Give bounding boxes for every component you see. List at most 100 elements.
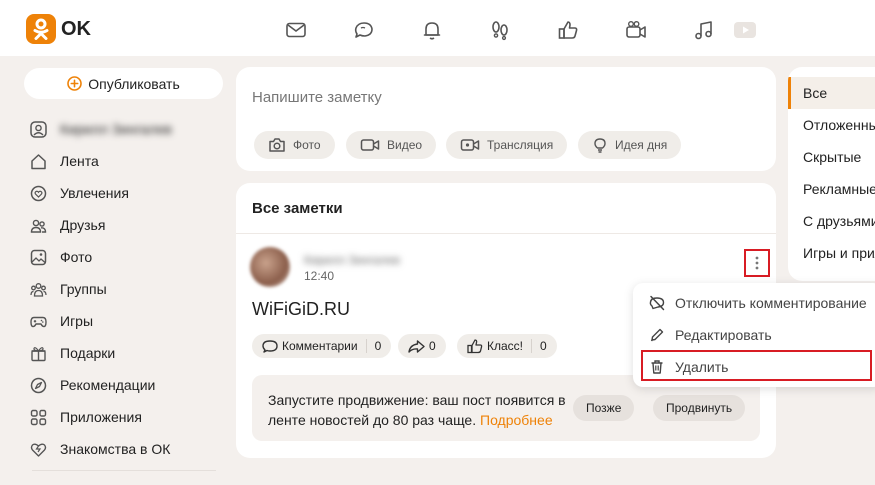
video-camera-icon[interactable]	[625, 19, 647, 41]
chat-icon[interactable]	[353, 19, 375, 41]
chip-label: Идея дня	[615, 138, 668, 152]
ok-logo[interactable]: OK	[26, 14, 91, 44]
chip-label: Фото	[293, 138, 321, 152]
shares-count: 0	[429, 339, 436, 353]
post-author[interactable]: Кирилл Зингалев	[304, 251, 400, 267]
video-play-icon[interactable]	[733, 19, 757, 41]
promotion-text: Запустите продвижение: ваш пост появится…	[268, 390, 578, 430]
filter-with-friends[interactable]: С друзьями	[788, 205, 875, 237]
author-name: Кирилл Зингалев	[304, 253, 400, 267]
sidebar-item-photo[interactable]: Фото	[30, 241, 172, 273]
sidebar-item-gifts[interactable]: Подарки	[30, 337, 172, 369]
notes-filter-panel: Все Отложенные Скрытые Рекламные С друзь…	[788, 67, 875, 281]
dating-heart-icon	[30, 441, 47, 458]
learn-more-link[interactable]: Подробнее	[480, 412, 553, 428]
sidebar-item-apps[interactable]: Приложения	[30, 401, 172, 433]
like-icon[interactable]	[557, 19, 579, 41]
attach-photo-button[interactable]: Фото	[254, 131, 335, 159]
notes-title: Все заметки	[252, 200, 343, 217]
hobby-icon	[30, 185, 47, 202]
sidebar-divider	[32, 470, 216, 471]
notes-divider	[236, 233, 776, 234]
groups-icon	[30, 281, 47, 298]
menu-item-label: Редактировать	[675, 327, 772, 343]
filter-games-apps[interactable]: Игры и приложения	[788, 237, 875, 269]
bell-icon[interactable]	[421, 19, 443, 41]
like-button[interactable]: Класс! 0	[457, 334, 557, 358]
sidebar-item-profile[interactable]: Кирилл Зингалев	[30, 113, 172, 145]
avatar[interactable]	[250, 247, 290, 287]
note-composer: Напишите заметку Фото Видео Трансляция И…	[236, 67, 776, 171]
mail-icon[interactable]	[285, 19, 307, 41]
delete-highlight-frame	[641, 350, 872, 381]
sidebar-item-label: Подарки	[60, 345, 116, 361]
thumbs-up-icon	[467, 338, 483, 354]
promote-button[interactable]: Продвинуть	[653, 395, 746, 421]
comments-count: 0	[365, 339, 381, 353]
share-arrow-icon	[408, 339, 425, 354]
comments-off-icon	[649, 295, 665, 311]
guests-footprints-icon[interactable]	[489, 19, 511, 41]
profile-name: Кирилл Зингалев	[60, 121, 172, 137]
share-button[interactable]: 0	[398, 334, 446, 358]
post-menu-button[interactable]	[744, 249, 770, 277]
sidebar-item-feed[interactable]: Лента	[30, 145, 172, 177]
sidebar-item-label: Приложения	[60, 409, 142, 425]
start-stream-button[interactable]: Трансляция	[446, 131, 568, 159]
more-vertical-icon	[755, 256, 759, 270]
apps-grid-icon	[30, 409, 47, 426]
friends-icon	[30, 217, 47, 234]
video-icon	[360, 137, 380, 153]
sidebar-nav: Кирилл Зингалев Лента Увлечения Друзья Ф…	[30, 113, 172, 465]
sidebar-item-hobbies[interactable]: Увлечения	[30, 177, 172, 209]
music-icon[interactable]	[693, 19, 715, 41]
later-button[interactable]: Позже	[573, 395, 635, 421]
sidebar-item-games[interactable]: Игры	[30, 305, 172, 337]
filter-all[interactable]: Все	[788, 77, 875, 109]
logo-text: OK	[61, 17, 91, 40]
publish-button[interactable]: Опубликовать	[24, 68, 223, 99]
compass-icon	[30, 377, 47, 394]
sidebar-item-groups[interactable]: Группы	[30, 273, 172, 305]
edit-item[interactable]: Редактировать	[649, 321, 772, 349]
sidebar-item-label: Фото	[60, 249, 93, 265]
idea-of-day-button[interactable]: Идея дня	[578, 131, 682, 159]
post-time: 12:40	[304, 269, 335, 283]
lightbulb-icon	[592, 137, 608, 153]
sidebar-item-label: Игры	[60, 313, 94, 329]
gift-icon	[30, 345, 47, 362]
likes-count: 0	[531, 339, 547, 353]
likes-label: Класс!	[487, 339, 523, 353]
sidebar-item-label: Друзья	[60, 217, 106, 233]
gamepad-icon	[30, 313, 47, 330]
sidebar-item-dating[interactable]: Знакомства в ОК	[30, 433, 172, 465]
ok-logo-icon	[26, 14, 56, 44]
menu-item-label: Отключить комментирование	[675, 295, 867, 311]
chip-label: Видео	[387, 138, 423, 152]
plus-circle-icon	[67, 76, 83, 91]
pencil-icon	[649, 327, 665, 343]
user-icon	[30, 120, 47, 138]
stream-camera-icon	[460, 137, 480, 153]
disable-comments-item[interactable]: Отключить комментирование	[649, 289, 867, 317]
comments-label: Комментарии	[282, 339, 358, 353]
filter-ads[interactable]: Рекламные	[788, 173, 875, 205]
sidebar-item-label: Увлечения	[60, 185, 129, 201]
sidebar-item-label: Знакомства в ОК	[60, 441, 171, 457]
comments-button[interactable]: Комментарии 0	[252, 334, 392, 358]
camera-icon	[268, 137, 286, 153]
top-bar: OK	[0, 0, 875, 56]
sidebar-item-recommendations[interactable]: Рекомендации	[30, 369, 172, 401]
photo-icon	[30, 249, 47, 266]
filter-scheduled[interactable]: Отложенные	[788, 109, 875, 141]
attach-video-button[interactable]: Видео	[346, 131, 437, 159]
filter-hidden[interactable]: Скрытые	[788, 141, 875, 173]
sidebar-item-label: Лента	[60, 153, 99, 169]
chip-label: Трансляция	[487, 138, 554, 152]
home-icon	[30, 153, 47, 170]
sidebar-item-label: Группы	[60, 281, 107, 297]
sidebar-item-label: Рекомендации	[60, 377, 156, 393]
sidebar-item-friends[interactable]: Друзья	[30, 209, 172, 241]
note-input[interactable]: Напишите заметку	[252, 89, 382, 106]
publish-label: Опубликовать	[88, 75, 180, 92]
